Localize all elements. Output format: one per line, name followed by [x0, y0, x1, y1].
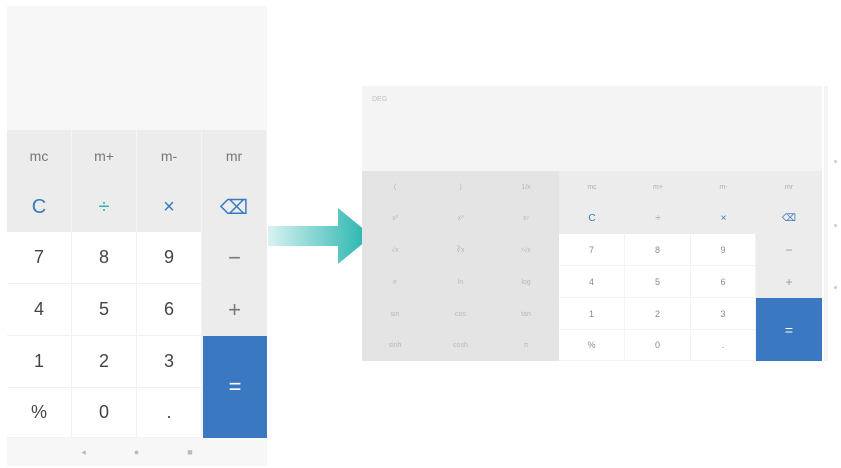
- digit-button[interactable]: %: [559, 330, 625, 361]
- digit-button[interactable]: 7: [559, 234, 625, 266]
- angle-mode-label[interactable]: DEG: [372, 96, 387, 103]
- m-plus-button[interactable]: m+: [72, 130, 137, 182]
- multiply-button[interactable]: ×: [691, 203, 756, 234]
- memory-button[interactable]: mc: [559, 171, 625, 203]
- home-icon[interactable]: ●: [134, 447, 139, 457]
- minus-button[interactable]: −: [756, 234, 822, 266]
- digit-button[interactable]: 3: [691, 298, 756, 330]
- digit-4-button[interactable]: 4: [7, 284, 72, 336]
- edge-dot: [834, 286, 837, 289]
- memory-button[interactable]: mr: [756, 171, 822, 203]
- recents-icon[interactable]: ■: [187, 447, 192, 457]
- clear-button[interactable]: C: [559, 203, 625, 234]
- sci-function-button[interactable]: log: [493, 266, 559, 298]
- mr-button[interactable]: mr: [202, 130, 267, 182]
- sci-function-button[interactable]: x²: [362, 203, 428, 234]
- digit-button[interactable]: 0: [625, 330, 691, 361]
- digit-button[interactable]: 8: [625, 234, 691, 266]
- rotate-arrow-icon: [268, 208, 372, 264]
- sci-function-button[interactable]: cos: [428, 298, 493, 330]
- sci-function-button[interactable]: ): [428, 171, 493, 203]
- minus-button[interactable]: −: [202, 232, 267, 284]
- decimal-button[interactable]: .: [137, 388, 202, 438]
- sci-function-button[interactable]: xʸ: [493, 203, 559, 234]
- edge-dot: [834, 160, 837, 163]
- digit-3-button[interactable]: 3: [137, 336, 202, 388]
- plus-button[interactable]: +: [756, 266, 822, 298]
- sci-function-button[interactable]: π: [493, 330, 559, 361]
- sci-function-button[interactable]: ln: [428, 266, 493, 298]
- clear-button[interactable]: C: [7, 182, 72, 232]
- digit-8-button[interactable]: 8: [72, 232, 137, 284]
- multiply-button[interactable]: ×: [137, 182, 202, 232]
- digit-1-button[interactable]: 1: [7, 336, 72, 388]
- sci-function-button[interactable]: x³: [428, 203, 493, 234]
- back-icon[interactable]: ◂: [81, 447, 86, 458]
- sci-function-button[interactable]: √x: [362, 234, 428, 266]
- digit-2-button[interactable]: 2: [72, 336, 137, 388]
- sci-function-button[interactable]: ∛x: [428, 234, 493, 266]
- digit-button[interactable]: .: [691, 330, 756, 361]
- digit-6-button[interactable]: 6: [137, 284, 202, 336]
- sci-function-button[interactable]: e: [362, 266, 428, 298]
- window-edge: [824, 86, 828, 361]
- backspace-icon[interactable]: ⌫: [756, 203, 822, 234]
- digit-button[interactable]: 9: [691, 234, 756, 266]
- digit-0-button[interactable]: 0: [72, 388, 137, 438]
- result-display: [7, 6, 267, 130]
- result-display: DEG: [362, 86, 822, 171]
- divide-button[interactable]: ÷: [625, 203, 691, 234]
- sci-function-button[interactable]: cosh: [428, 330, 493, 361]
- memory-button[interactable]: m-: [691, 171, 756, 203]
- digit-9-button[interactable]: 9: [137, 232, 202, 284]
- digit-button[interactable]: 5: [625, 266, 691, 298]
- sci-function-button[interactable]: sin: [362, 298, 428, 330]
- mc-button[interactable]: mc: [7, 130, 72, 182]
- sci-function-button[interactable]: (: [362, 171, 428, 203]
- sci-function-button[interactable]: tan: [493, 298, 559, 330]
- equals-button[interactable]: =: [203, 336, 267, 438]
- divide-button[interactable]: ÷: [72, 182, 137, 232]
- portrait-calculator: mc m+ m- mr C ÷ × ⌫ 7 8 9 − 4 5 6 + 1 2 …: [7, 6, 267, 466]
- equals-button[interactable]: =: [756, 298, 822, 361]
- edge-dot: [834, 224, 837, 227]
- digit-button[interactable]: 1: [559, 298, 625, 330]
- sci-function-button[interactable]: 1/x: [493, 171, 559, 203]
- digit-7-button[interactable]: 7: [7, 232, 72, 284]
- digit-5-button[interactable]: 5: [72, 284, 137, 336]
- digit-button[interactable]: 2: [625, 298, 691, 330]
- percent-button[interactable]: %: [7, 388, 72, 438]
- sci-function-button[interactable]: sinh: [362, 330, 428, 361]
- sci-function-button[interactable]: ʸ√x: [493, 234, 559, 266]
- backspace-icon[interactable]: ⌫: [202, 182, 267, 232]
- landscape-calculator: DEG () 1/x x² x³ xʸ √x ∛x ʸ√x e ln log sin cos tan sin…: [362, 86, 822, 361]
- digit-button[interactable]: 6: [691, 266, 756, 298]
- memory-button[interactable]: m+: [625, 171, 691, 203]
- digit-button[interactable]: 4: [559, 266, 625, 298]
- m-minus-button[interactable]: m-: [137, 130, 202, 182]
- navigation-bar: ◂ ● ■: [7, 438, 267, 466]
- plus-button[interactable]: +: [202, 284, 267, 336]
